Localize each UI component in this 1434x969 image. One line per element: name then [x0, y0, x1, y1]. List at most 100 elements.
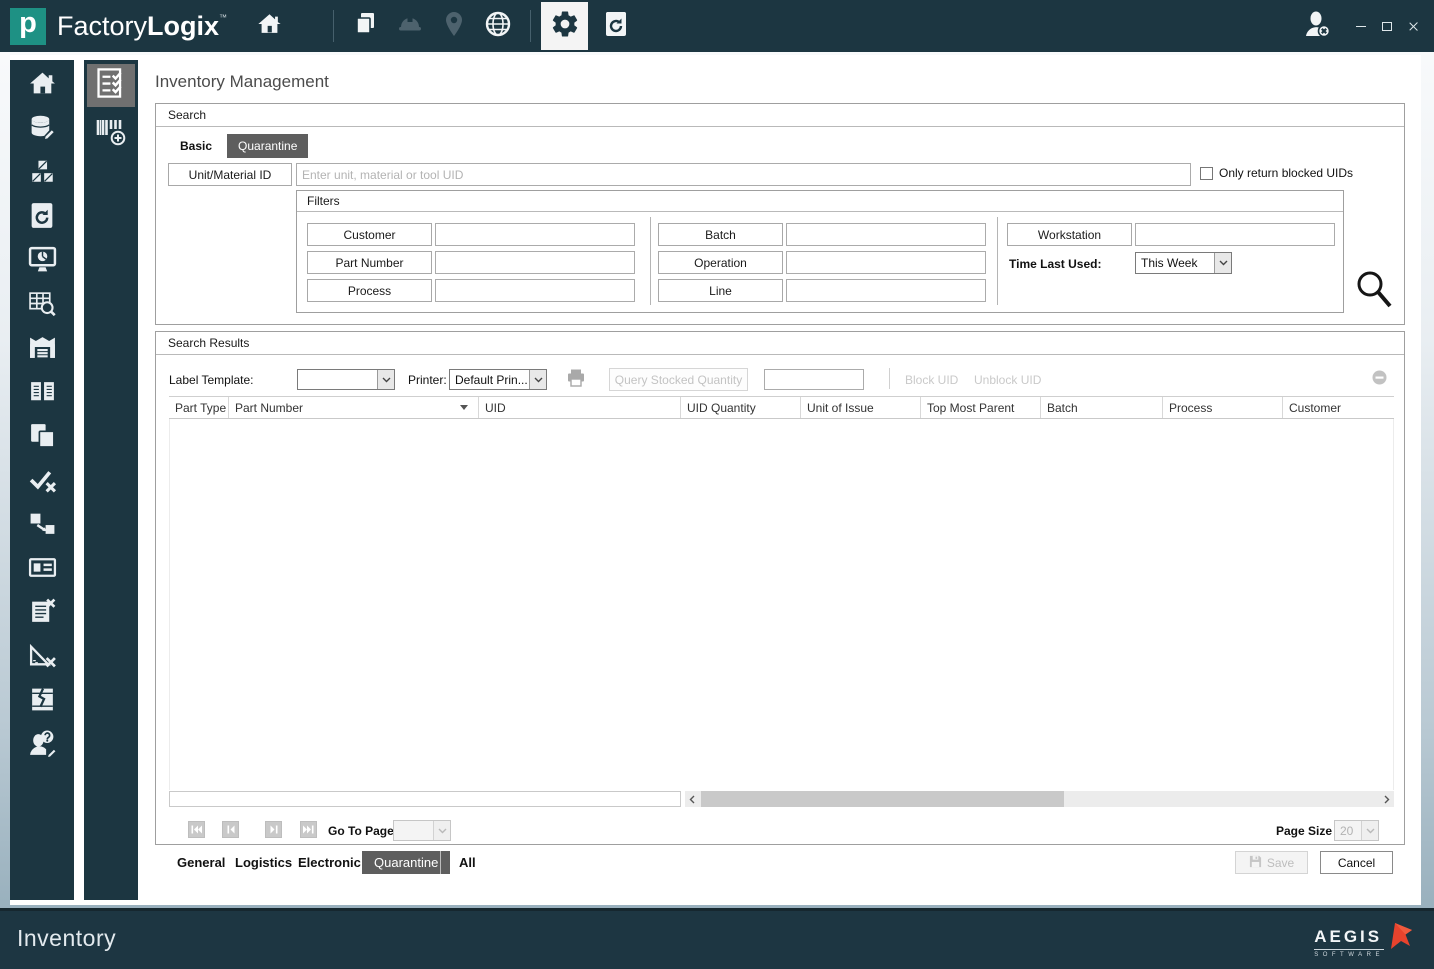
block-uid-button[interactable]: Block UID	[905, 373, 958, 387]
aegis-flag-icon	[1386, 919, 1416, 958]
batch-filter-input[interactable]	[786, 223, 986, 246]
sidebar-item-packages[interactable]	[27, 158, 57, 188]
aegis-brand-name: AEGIS	[1314, 927, 1384, 950]
column-header-batch[interactable]: Batch	[1041, 397, 1163, 418]
save-button[interactable]: Save	[1235, 851, 1308, 874]
line-filter-button[interactable]: Line	[658, 279, 783, 302]
titlebar-separator	[530, 10, 532, 42]
sidebar-item-id-card[interactable]	[27, 555, 57, 584]
footer-tab-electronic[interactable]: Electronic	[296, 851, 363, 874]
operation-filter-button[interactable]: Operation	[658, 251, 783, 274]
documents-icon	[28, 421, 57, 455]
sidebar-item-transfer[interactable]	[27, 511, 57, 540]
minimize-button[interactable]	[1348, 13, 1374, 39]
customer-filter-input[interactable]	[435, 223, 635, 246]
cancel-button[interactable]: Cancel	[1320, 851, 1393, 874]
column-header-part-number[interactable]: Part Number	[229, 397, 479, 418]
documents-button[interactable]	[344, 0, 388, 52]
first-page-button[interactable]	[188, 821, 205, 838]
tab-basic[interactable]: Basic	[169, 134, 223, 158]
column-header-uid-quantity[interactable]: UID Quantity	[681, 397, 801, 418]
footer-tab-general[interactable]: General	[175, 851, 227, 874]
chevron-down-icon[interactable]	[1214, 253, 1231, 273]
maximize-button[interactable]	[1374, 13, 1400, 39]
footer-tab-all[interactable]: All	[457, 851, 478, 874]
page-size-dropdown[interactable]: 20	[1334, 820, 1379, 841]
scrollbar-thumb[interactable]	[701, 791, 1064, 807]
globe-button[interactable]	[476, 0, 520, 52]
unit-material-id-button[interactable]: Unit/Material ID	[168, 163, 292, 186]
line-filter-input[interactable]	[786, 279, 986, 302]
horizontal-scrollbar[interactable]	[685, 791, 1394, 807]
query-stocked-quantity-button[interactable]: Query Stocked Quantity	[609, 368, 748, 391]
chevron-down-icon[interactable]	[1361, 821, 1378, 840]
stocked-quantity-input[interactable]	[764, 369, 864, 390]
process-filter-button[interactable]: Process	[307, 279, 432, 302]
scroll-right-button[interactable]	[1380, 791, 1394, 807]
user-logout-button[interactable]	[1296, 0, 1340, 52]
customer-filter-button[interactable]: Customer	[307, 223, 432, 246]
sidebar-item-database-edit[interactable]	[27, 115, 57, 144]
unblock-uid-button[interactable]: Unblock UID	[974, 373, 1041, 387]
sidebar-item-home[interactable]	[27, 71, 57, 100]
gear-icon	[550, 9, 580, 44]
sidebar-item-restore-document[interactable]	[27, 202, 57, 232]
subsidebar-item-inventory-checklist-selected[interactable]	[87, 64, 135, 107]
part-number-filter-input[interactable]	[435, 251, 635, 274]
search-groupbox: Search Basic Quarantine Unit/Material ID…	[155, 103, 1405, 325]
column-header-process[interactable]: Process	[1163, 397, 1283, 418]
printer-dropdown[interactable]: Default Prin...	[449, 369, 547, 390]
go-to-page-dropdown[interactable]	[393, 820, 451, 841]
sidebar-item-damaged-box[interactable]	[27, 687, 57, 716]
only-blocked-uids-label: Only return blocked UIDs	[1219, 166, 1354, 180]
sidebar-item-dashboard-monitor[interactable]	[27, 246, 57, 276]
scroll-left-button[interactable]	[685, 791, 699, 807]
collapse-button[interactable]	[1372, 370, 1387, 390]
footer-tab-logistics[interactable]: Logistics	[233, 851, 294, 874]
chevron-down-icon[interactable]	[377, 370, 394, 389]
sidebar-item-book[interactable]	[27, 379, 57, 408]
label-template-dropdown[interactable]	[297, 369, 395, 390]
home-button[interactable]	[247, 0, 291, 52]
sidebar-item-user-question[interactable]	[27, 730, 57, 760]
part-number-filter-button[interactable]: Part Number	[307, 251, 432, 274]
workstation-filter-input[interactable]	[1135, 223, 1335, 246]
close-button[interactable]	[1400, 13, 1426, 39]
tab-quarantine-active[interactable]: Quarantine	[227, 134, 309, 158]
last-page-button[interactable]	[300, 821, 317, 838]
process-filter-input[interactable]	[435, 279, 635, 302]
column-header-uid[interactable]: UID	[479, 397, 681, 418]
hardhat-button[interactable]	[388, 0, 432, 52]
operation-filter-input[interactable]	[786, 251, 986, 274]
column-header-unit-of-issue[interactable]: Unit of Issue	[801, 397, 921, 418]
sidebar-item-list-remove[interactable]	[27, 598, 57, 628]
checkbox-icon[interactable]	[1200, 166, 1213, 180]
settings-button-active[interactable]	[541, 2, 589, 50]
check-x-icon	[28, 465, 57, 499]
results-table-body[interactable]	[169, 419, 1394, 790]
chevron-down-icon[interactable]	[529, 370, 546, 389]
column-header-top-most-parent[interactable]: Top Most Parent	[921, 397, 1041, 418]
batch-filter-button[interactable]: Batch	[658, 223, 783, 246]
restore-button[interactable]	[594, 0, 638, 52]
print-button[interactable]	[566, 368, 586, 393]
subsidebar-item-barcode-add[interactable]	[94, 118, 128, 150]
footer-tab-quarantine-active[interactable]: Quarantine	[362, 851, 451, 874]
search-button[interactable]	[1353, 268, 1395, 312]
sidebar-item-table-search[interactable]	[27, 291, 57, 320]
previous-page-button[interactable]	[222, 821, 239, 838]
column-header-part-type[interactable]: Part Type	[169, 397, 229, 418]
only-blocked-uids-checkbox-row[interactable]: Only return blocked UIDs	[1200, 166, 1353, 180]
chevron-down-icon[interactable]	[433, 821, 450, 840]
sidebar-item-measure-remove[interactable]	[27, 643, 57, 672]
unit-material-id-input[interactable]	[296, 163, 1191, 186]
sidebar-item-warehouse[interactable]	[27, 335, 57, 364]
column-header-customer[interactable]: Customer	[1283, 397, 1394, 418]
location-button[interactable]	[432, 0, 476, 52]
next-page-button[interactable]	[265, 821, 282, 838]
time-last-used-dropdown[interactable]: This Week	[1135, 252, 1232, 274]
sidebar-item-documents[interactable]	[27, 423, 57, 452]
sidebar-item-verify[interactable]	[27, 467, 57, 496]
workstation-filter-button[interactable]: Workstation	[1007, 223, 1132, 246]
scrollbar-track[interactable]	[699, 791, 1380, 807]
